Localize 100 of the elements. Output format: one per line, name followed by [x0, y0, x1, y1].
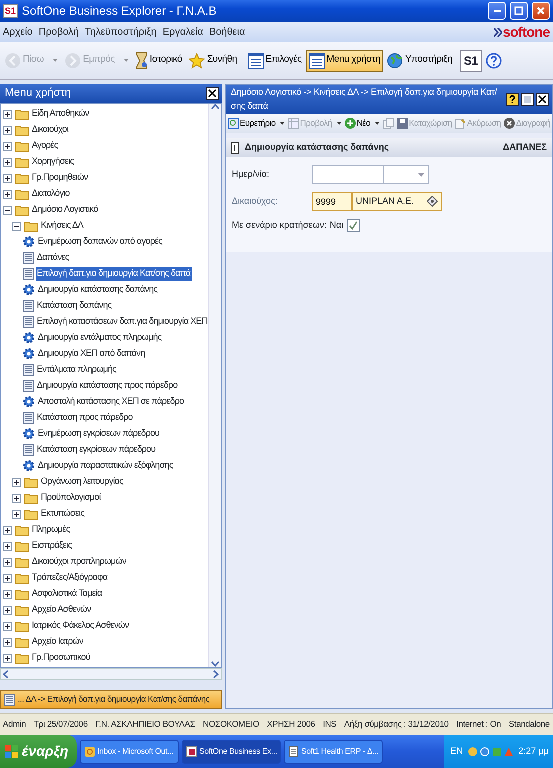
field-label: Ημερ/νία: [232, 168, 271, 181]
tree-item[interactable]: Εντάλματα πληρωμής [36, 363, 118, 377]
lookup-field[interactable]: UNIPLAN A.E. [352, 192, 442, 211]
tree-item[interactable]: Γρ.Προσωπικού [31, 651, 92, 665]
tree-item[interactable]: Δικαιούχοι προπληρωμών [31, 555, 128, 569]
expand-toggle[interactable] [3, 654, 12, 662]
folder-icon [15, 524, 29, 536]
menu-item[interactable]: Εργαλεία [162, 24, 204, 40]
expand-toggle[interactable] [3, 190, 12, 198]
date-field[interactable] [312, 165, 384, 184]
expand-toggle[interactable] [3, 606, 12, 614]
close-button[interactable] [206, 87, 219, 100]
toolbar-button[interactable]: Συνήθη [186, 50, 240, 72]
tree-item[interactable]: Δαπάνες [36, 251, 70, 265]
expand-toggle[interactable] [3, 574, 12, 582]
tree-item[interactable]: Δημιουργία κατάστασης προς πάρεδρο [36, 379, 179, 393]
tree-item[interactable]: Κινήσεις ΔΛ [40, 219, 84, 233]
tree-item[interactable]: Αρχείο Ιατρών [31, 635, 84, 649]
tree-item[interactable]: Δημιουργία κατάστασης δαπάνης [37, 283, 159, 297]
tree-item[interactable]: Δικαιούχοι [31, 123, 70, 137]
index-icon [228, 118, 239, 129]
menu-item[interactable]: Τηλεϋποστήριξη [85, 24, 157, 40]
tree-item[interactable]: Επιλογή δαπ.για δημιουργία Κατ/σης δαπά [36, 267, 192, 281]
expand-toggle[interactable] [12, 478, 21, 486]
tree-item[interactable]: Οργάνωση λειτουργίας [40, 475, 124, 489]
tree-item[interactable]: Ασφαλιστικά Ταμεία [31, 587, 104, 601]
menu-item[interactable]: Βοήθεια [209, 24, 246, 40]
toolbar-button[interactable]: S1 [460, 50, 482, 72]
caret-icon [418, 172, 425, 176]
folder-icon [24, 476, 38, 488]
tree-item[interactable]: Χορηγήσεις [31, 155, 76, 169]
folder-icon [15, 140, 29, 152]
tree-item[interactable]: Δημιουργία παραστατικών εξόφλησης [37, 459, 174, 473]
tree-item[interactable]: Δημόσιο Λογιστικό [31, 203, 100, 217]
status-text: INS [323, 718, 337, 731]
caret-icon [336, 122, 342, 125]
tree-item[interactable]: Επιλογή καταστάσεων δαπ.για δημιουργία ΧΕΠ [36, 315, 208, 329]
scrollbar[interactable] [0, 668, 222, 680]
toolbar-button[interactable]: Ιστορικό [132, 48, 186, 72]
tree-item[interactable]: Τράπεζες/Αξιόγραφα [31, 571, 109, 585]
delete-icon [504, 118, 516, 129]
folder-icon [15, 556, 29, 568]
expand-toggle[interactable] [3, 206, 12, 214]
help-button[interactable] [506, 93, 519, 106]
tree-item[interactable]: Ιατρικός Φάκελος Ασθενών [31, 619, 130, 633]
expand-toggle[interactable] [3, 158, 12, 166]
expand-toggle[interactable] [3, 142, 12, 150]
tree-item[interactable]: Κατάσταση προς πάρεδρο [36, 411, 134, 425]
taskbar-button[interactable]: Inbox - Microsoft Out... [80, 740, 178, 764]
tree-item[interactable]: Αγορές [31, 139, 60, 153]
tree-item[interactable]: Ενημέρωση δαπανών από αγορές [37, 235, 164, 249]
expand-toggle[interactable] [3, 622, 12, 630]
tree-item[interactable]: Διατολόγιο [31, 187, 71, 201]
expand-toggle[interactable] [3, 126, 12, 134]
tree-item[interactable]: Αποστολή κατάστασης ΧΕΠ σε πάρεδρο [37, 395, 186, 409]
expand-toggle[interactable] [12, 510, 21, 518]
expand-toggle[interactable] [3, 526, 12, 534]
code-field[interactable]: 9999 [312, 192, 352, 211]
tree-item[interactable]: Ενημέρωση εγκρίσεων πάρεδρου [37, 427, 161, 441]
start-button[interactable]: έναρξη [0, 735, 76, 768]
folder-icon [24, 492, 38, 504]
tree-item[interactable]: Εκτυπώσεις [40, 507, 86, 521]
toolbar-button[interactable]: Νέο [344, 117, 382, 130]
taskbar-button[interactable]: SoftOne Business Ex... [182, 740, 280, 764]
toolbar-button[interactable]: Menu χρήστη [306, 50, 384, 72]
close-button[interactable] [536, 93, 549, 106]
status-text: Admin [3, 718, 26, 731]
tree-item[interactable]: Κατάσταση εγκρίσεων πάρεδρου [36, 443, 157, 457]
mail-icon [84, 746, 96, 758]
toolbar-button[interactable]: Επιλογές [244, 50, 305, 72]
taskbar-button[interactable]: Soft1 Health ERP - Δ... [284, 740, 382, 764]
expand-toggle[interactable] [12, 494, 21, 502]
maximize-button[interactable] [510, 2, 528, 20]
tree-item[interactable]: Αρχείο Ασθενών [31, 603, 92, 617]
tree-item[interactable]: Κατάσταση δαπάνης [36, 299, 113, 313]
tree-item[interactable]: Προϋπολογισμοί [40, 491, 102, 505]
menu-item[interactable]: Αρχείο [3, 24, 33, 40]
expand-toggle[interactable] [3, 174, 12, 182]
checkbox[interactable] [346, 219, 360, 232]
folder-icon [15, 108, 29, 120]
tree-item[interactable]: Εισπράξεις [31, 539, 73, 553]
expand-toggle[interactable] [3, 590, 12, 598]
scrollbar[interactable] [208, 104, 221, 667]
tray-icon[interactable] [480, 746, 490, 756]
toolbar-button[interactable]: Υποστήριξη [384, 50, 456, 72]
expand-toggle[interactable] [12, 222, 21, 230]
tree-item[interactable]: Πληρωμές [31, 523, 72, 537]
gear-icon [23, 284, 35, 296]
toolbar-button[interactable]: Ευρετήριο [227, 117, 286, 130]
folder-icon [15, 540, 29, 552]
expand-toggle[interactable] [3, 638, 12, 646]
expand-toggle[interactable] [3, 558, 12, 566]
tree-item[interactable]: Είδη Αποθηκών [31, 107, 90, 121]
menu-item[interactable]: Προβολή [38, 24, 80, 40]
tree-item[interactable]: Δημιουργία ΧΕΠ από δαπάνη [37, 347, 146, 361]
minimize-button[interactable] [521, 93, 534, 106]
expand-toggle[interactable] [3, 542, 12, 550]
expand-toggle[interactable] [3, 110, 12, 118]
tree-item[interactable]: Δημιουργία εντάλματος πληρωμής [37, 331, 163, 345]
tree-item[interactable]: Γρ.Προμηθειών [31, 171, 90, 185]
